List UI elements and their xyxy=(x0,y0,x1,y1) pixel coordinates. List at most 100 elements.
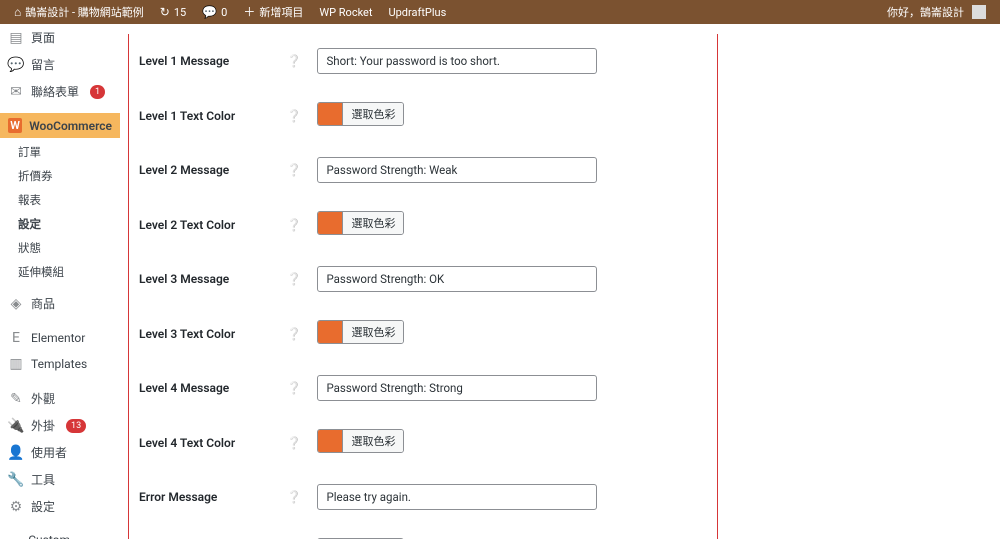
level1-color-label: Level 1 Text Color xyxy=(129,88,279,143)
color-select-button[interactable]: 選取色彩 xyxy=(342,321,403,343)
wp-logo[interactable]: ⌂ 鵠崙設計 - 購物網站範例 xyxy=(8,4,150,20)
updraftplus-link[interactable]: UpdraftPlus xyxy=(382,6,452,19)
sub-ext[interactable]: 延伸模組 xyxy=(18,260,120,284)
error-message-input[interactable] xyxy=(317,484,597,510)
label: 設定 xyxy=(31,498,55,515)
sub-settings[interactable]: 設定 xyxy=(18,212,120,236)
help-icon[interactable]: ❔ xyxy=(279,252,310,306)
settings-form: Level 1 Message ❔ Level 1 Text Color ❔ 選… xyxy=(120,24,1000,539)
label: Templates xyxy=(31,357,87,371)
sliders-icon: ⚙ xyxy=(8,499,24,515)
woocommerce-submenu: 訂單 折價券 報表 設定 狀態 延伸模組 xyxy=(0,138,120,290)
error-message-label: Error Message xyxy=(129,470,279,524)
brush-icon: ✎ xyxy=(8,391,24,407)
sidebar-item-users[interactable]: 👤使用者 xyxy=(0,439,120,466)
level2-color-picker[interactable]: 選取色彩 xyxy=(317,211,404,235)
level2-message-label: Level 2 Message xyxy=(129,143,279,197)
level2-message-input[interactable] xyxy=(317,157,597,183)
sidebar-item-comments[interactable]: 💬 留言 xyxy=(0,51,120,78)
color-select-button[interactable]: 選取色彩 xyxy=(342,103,403,125)
comment-icon: 💬 xyxy=(8,57,24,73)
level3-message-input[interactable] xyxy=(317,266,597,292)
help-icon[interactable]: ❔ xyxy=(279,524,310,539)
error-color-label: Error Text Color xyxy=(129,524,279,539)
contact-badge: 1 xyxy=(90,85,105,99)
color-swatch xyxy=(318,212,342,234)
tag-icon: ◈ xyxy=(8,296,24,312)
user-greeting[interactable]: 你好，鵠崙設計 xyxy=(881,4,992,20)
greeting-text: 你好，鵠崙設計 xyxy=(887,4,964,20)
refresh-icon: ↻ xyxy=(160,6,170,18)
wp-rocket-link[interactable]: WP Rocket xyxy=(313,6,378,19)
help-icon[interactable]: ❔ xyxy=(279,197,310,252)
sidebar-item-plugins[interactable]: 🔌 外掛 13 xyxy=(0,412,120,439)
color-swatch xyxy=(318,321,342,343)
level4-message-input[interactable] xyxy=(317,375,597,401)
level1-message-input[interactable] xyxy=(317,48,597,74)
level4-color-label: Level 4 Text Color xyxy=(129,415,279,470)
color-select-button[interactable]: 選取色彩 xyxy=(342,212,403,234)
site-name: 鵠崙設計 - 購物網站範例 xyxy=(25,4,144,20)
avatar xyxy=(972,5,986,19)
plugins-badge: 13 xyxy=(66,419,86,433)
label: WooCommerce xyxy=(29,119,112,133)
wrench-icon: 🔧 xyxy=(8,472,24,488)
sub-reports[interactable]: 報表 xyxy=(18,188,120,212)
sub-orders[interactable]: 訂單 xyxy=(18,140,120,164)
help-icon[interactable]: ❔ xyxy=(279,361,310,415)
label: Elementor xyxy=(31,331,85,345)
help-icon[interactable]: ❔ xyxy=(279,34,310,88)
updates-link[interactable]: ↻15 xyxy=(154,6,192,19)
woocommerce-icon: W xyxy=(8,118,22,133)
sidebar-item-contact[interactable]: ✉聯絡表單1 xyxy=(0,78,120,105)
sidebar-item-woocommerce[interactable]: W WooCommerce xyxy=(0,113,120,138)
sidebar-item-appearance[interactable]: ✎ 外觀 xyxy=(0,385,120,412)
label: 工具 xyxy=(31,471,55,488)
help-icon[interactable]: ❔ xyxy=(279,415,310,470)
elementor-icon: E xyxy=(8,330,24,346)
label: 頁面 xyxy=(31,29,55,46)
mail-icon: ✉ xyxy=(8,84,24,100)
level3-color-label: Level 3 Text Color xyxy=(129,306,279,361)
sidebar-item-templates[interactable]: ▥ Templates xyxy=(0,351,120,377)
level4-message-label: Level 4 Message xyxy=(129,361,279,415)
comments-count: 0 xyxy=(221,6,227,19)
page-icon: ▤ xyxy=(8,30,24,46)
sidebar-item-custom-tabs[interactable]: ▦Custom Product Tabs xyxy=(0,528,120,539)
color-swatch xyxy=(318,430,342,452)
label: 商品 xyxy=(31,295,55,312)
color-swatch xyxy=(318,103,342,125)
level4-color-picker[interactable]: 選取色彩 xyxy=(317,429,404,453)
level3-color-picker[interactable]: 選取色彩 xyxy=(317,320,404,344)
level1-color-picker[interactable]: 選取色彩 xyxy=(317,102,404,126)
label: Custom Product Tabs xyxy=(28,533,112,539)
label: 外掛 xyxy=(31,417,55,434)
templates-icon: ▥ xyxy=(8,356,24,372)
sidebar-item-elementor[interactable]: E Elementor xyxy=(0,325,120,351)
level2-color-label: Level 2 Text Color xyxy=(129,197,279,252)
add-new-label: 新增項目 xyxy=(259,4,303,20)
plug-icon: 🔌 xyxy=(8,418,24,434)
add-new-link[interactable]: ＋ 新增項目 xyxy=(237,4,309,20)
help-icon[interactable]: ❔ xyxy=(279,306,310,361)
sidebar-item-tools[interactable]: 🔧 工具 xyxy=(0,466,120,493)
comments-link[interactable]: 💬0 xyxy=(196,6,233,19)
help-icon[interactable]: ❔ xyxy=(279,470,310,524)
plus-icon: ＋ xyxy=(243,6,255,18)
label: 留言 xyxy=(31,56,55,73)
level1-message-label: Level 1 Message xyxy=(129,34,279,88)
sub-coupons[interactable]: 折價券 xyxy=(18,164,120,188)
user-icon: 👤 xyxy=(8,445,24,461)
help-icon[interactable]: ❔ xyxy=(279,143,310,197)
sub-status[interactable]: 狀態 xyxy=(18,236,120,260)
sidebar-item-pages[interactable]: ▤ 頁面 xyxy=(0,24,120,51)
level3-message-label: Level 3 Message xyxy=(129,252,279,306)
color-select-button[interactable]: 選取色彩 xyxy=(342,430,403,452)
help-icon[interactable]: ❔ xyxy=(279,88,310,143)
sidebar-item-products[interactable]: ◈ 商品 xyxy=(0,290,120,317)
comment-icon: 💬 xyxy=(202,6,217,18)
admin-bar: ⌂鵠崙設計 - 購物網站範例 ↻15 💬0 ＋新增項目 WP Rocket Up… xyxy=(0,0,1000,24)
label: 外觀 xyxy=(31,390,55,407)
sidebar-item-settings[interactable]: ⚙ 設定 xyxy=(0,493,120,520)
home-icon: ⌂ xyxy=(14,6,21,18)
